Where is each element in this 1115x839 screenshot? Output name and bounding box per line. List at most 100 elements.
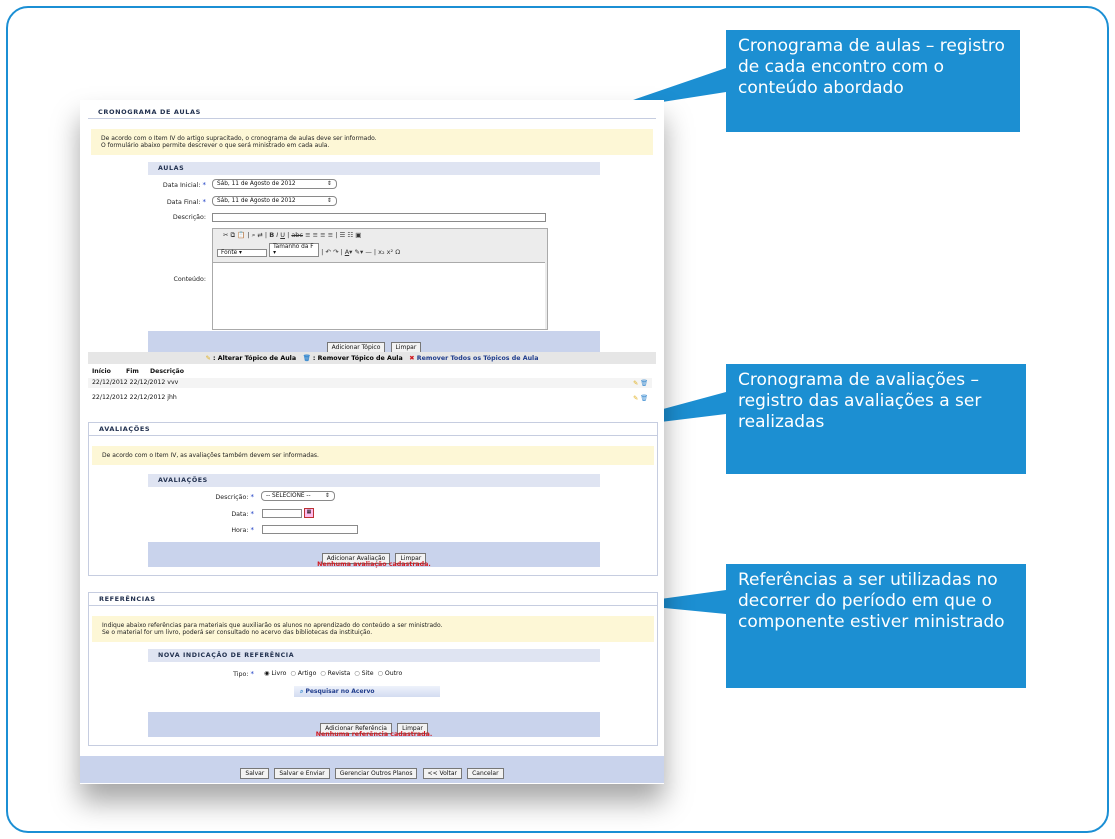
referencias-message: Indique abaixo referências para materiai… xyxy=(92,616,654,642)
aval-data-input[interactable] xyxy=(262,509,302,518)
trash-icon: 🗑 xyxy=(302,355,311,362)
rich-text-editor: ✂ ⧉ 📋 | ⌕ ⇄ | B I U | abc ≡ ≡ ≡ ≡ | ☰ ☷ … xyxy=(212,228,548,330)
aval-descricao-select[interactable]: -- SELECIONE -- ⇕ xyxy=(261,491,335,501)
cell-fim: 22/12/2012 xyxy=(129,394,166,401)
edit-icon[interactable]: ✎ xyxy=(633,380,638,387)
manage-plans-button[interactable]: Gerenciar Outros Planos xyxy=(334,768,418,779)
editor-content-area[interactable] xyxy=(213,262,545,329)
highlight-icon[interactable]: ✎ xyxy=(355,248,360,256)
radio-label: Site xyxy=(361,670,374,677)
box-title: Avaliações xyxy=(148,474,600,487)
strikethrough-icon[interactable]: abc xyxy=(291,231,303,239)
aval-hora-label: Hora: * xyxy=(140,526,254,534)
save-button[interactable]: Salvar xyxy=(240,768,270,779)
message-line: Se o material for um livro, poderá ser c… xyxy=(102,629,373,636)
undo-icon[interactable]: ↶ xyxy=(325,248,330,256)
aulas-box: Aulas xyxy=(148,162,600,175)
required-star: * xyxy=(250,670,255,678)
avaliacoes-message: De acordo com o Item IV, as avaliações t… xyxy=(92,446,654,465)
redo-icon[interactable]: ↷ xyxy=(333,248,338,256)
select-value: Tamanho da F xyxy=(273,244,314,250)
cell-descricao: jhh xyxy=(167,394,177,401)
radio-revista[interactable]: ○ Revista xyxy=(320,670,350,677)
message-line: De acordo com o Item IV do artigo suprac… xyxy=(101,135,377,142)
label-text: Descrição: xyxy=(215,494,249,501)
align-right-icon[interactable]: ≡ xyxy=(320,231,325,239)
font-select[interactable]: Fonte ▾ xyxy=(217,249,267,257)
editor-toolbar-row2: Fonte ▾ Tamanho da F ▾ | ↶ ↷ | A▾ ✎▾ — |… xyxy=(213,242,547,258)
table-header: Início Fim Descrição xyxy=(92,368,184,375)
data-final-label: Data Final: * xyxy=(90,198,206,206)
legend-remover-text: : Remover Tópico de Aula xyxy=(312,355,403,362)
save-send-button[interactable]: Salvar e Enviar xyxy=(274,768,330,779)
radio-outro[interactable]: ○ Outro xyxy=(377,670,402,677)
search-button-label: Pesquisar no Acervo xyxy=(305,688,375,695)
replace-icon[interactable]: ⇄ xyxy=(257,231,262,239)
aval-hora-input[interactable] xyxy=(262,525,358,534)
label-text: Tipo: xyxy=(233,671,249,678)
edit-icon[interactable]: ✎ xyxy=(633,395,638,402)
aval-data-label: Data: * xyxy=(140,510,254,518)
data-inicial-select[interactable]: Sáb, 11 de Agosto de 2012 ⇕ xyxy=(212,179,337,189)
image-icon[interactable]: ▣ xyxy=(355,231,361,239)
table-row: 22/12/2012 22/12/2012 jhh ✎ 🗑 xyxy=(88,393,652,403)
data-final-select[interactable]: Sáb, 11 de Agosto de 2012 ⇕ xyxy=(212,196,337,206)
bullet-list-icon[interactable]: ☰ xyxy=(339,231,345,239)
subscript-icon[interactable]: x₂ xyxy=(378,248,384,256)
radio-label: Artigo xyxy=(297,670,317,677)
conteudo-label: Conteúdo: xyxy=(173,276,206,283)
aval-descricao-label: Descrição: * xyxy=(140,493,254,501)
aulas-section: Cronograma de Aulas De acordo com o Item… xyxy=(88,106,656,155)
numbered-list-icon[interactable]: ☷ xyxy=(347,231,353,239)
required-star: * xyxy=(202,181,207,189)
data-inicial-label: Data Inicial: * xyxy=(90,181,206,189)
trash-icon[interactable]: 🗑 xyxy=(640,380,648,387)
remove-all-link[interactable]: Remover Todos os Tópicos de Aula xyxy=(417,355,539,362)
section-title: Cronograma de Aulas xyxy=(88,106,656,119)
edit-icon: ✎ xyxy=(205,355,211,362)
table-row: 22/12/2012 22/12/2012 vvv ✎ 🗑 xyxy=(88,378,652,388)
paste-icon[interactable]: 📋 xyxy=(237,231,245,239)
text-color-icon[interactable]: A xyxy=(345,248,349,256)
callout-referencias: Referências a ser utilizadas no decorrer… xyxy=(726,564,1026,688)
search-acervo-button[interactable]: ⌕ Pesquisar no Acervo xyxy=(294,686,440,697)
radio-site[interactable]: ○ Site xyxy=(354,670,373,677)
italic-icon[interactable]: I xyxy=(276,231,278,239)
calendar-icon[interactable]: ▦ xyxy=(304,508,314,518)
chevron-updown-icon: ⇕ xyxy=(327,198,332,204)
special-char-icon[interactable]: Ω xyxy=(395,248,400,256)
link-icon[interactable]: — xyxy=(365,248,372,256)
cell-descricao: vvv xyxy=(167,379,179,386)
header-fim: Fim xyxy=(126,368,139,375)
font-size-select[interactable]: Tamanho da F ▾ xyxy=(269,243,320,257)
cancel-button[interactable]: Cancelar xyxy=(467,768,504,779)
copy-icon[interactable]: ⧉ xyxy=(231,231,236,239)
required-star: * xyxy=(250,510,255,518)
superscript-icon[interactable]: x² xyxy=(387,248,393,256)
label-text: Data: xyxy=(231,511,249,518)
back-button[interactable]: << Voltar xyxy=(422,768,462,779)
label-text: Data Inicial: xyxy=(162,182,201,189)
justify-icon[interactable]: ≡ xyxy=(328,231,333,239)
bold-icon[interactable]: B xyxy=(269,231,274,239)
select-value: Sáb, 11 de Agosto de 2012 xyxy=(217,181,296,187)
align-left-icon[interactable]: ≡ xyxy=(305,231,310,239)
section-title: Avaliações xyxy=(89,423,657,436)
chevron-updown-icon: ⇕ xyxy=(325,493,330,499)
descricao-input[interactable] xyxy=(212,213,546,222)
row-actions: ✎ 🗑 xyxy=(633,394,648,402)
underline-icon[interactable]: U xyxy=(280,231,285,239)
box-title: Aulas xyxy=(148,162,600,175)
callout-aulas: Cronograma de aulas – registro de cada e… xyxy=(726,30,1020,132)
find-icon[interactable]: ⌕ xyxy=(252,231,256,239)
close-icon: ✖ xyxy=(409,355,415,362)
radio-livro[interactable]: ◉ Livro xyxy=(264,670,286,677)
trash-icon[interactable]: 🗑 xyxy=(640,395,648,402)
align-center-icon[interactable]: ≡ xyxy=(313,231,318,239)
box-title: Nova Indicação de Referência xyxy=(148,649,600,662)
radio-artigo[interactable]: ○ Artigo xyxy=(290,670,316,677)
cut-icon[interactable]: ✂ xyxy=(223,231,228,239)
search-icon: ⌕ xyxy=(300,688,304,695)
callout-avaliacoes-text: Cronograma de avaliações – registro das … xyxy=(738,370,982,432)
cell-inicio: 22/12/2012 xyxy=(92,379,128,386)
